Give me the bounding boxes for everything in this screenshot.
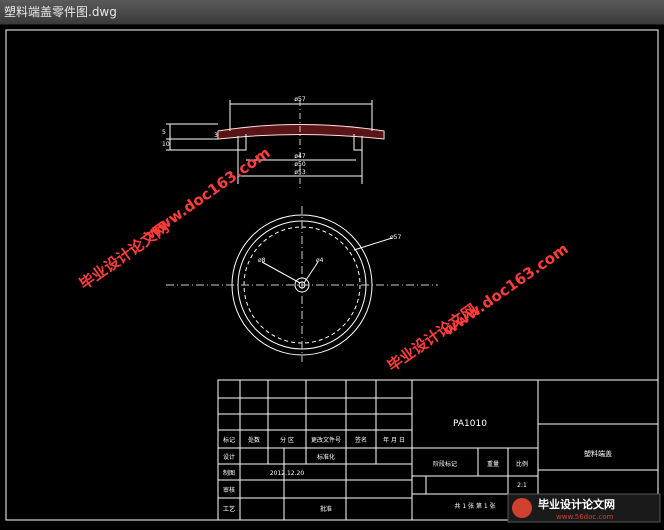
scale-value: 2:1 — [517, 482, 527, 489]
dim-h2: 3 — [214, 132, 218, 139]
scale-label: 比例 — [516, 460, 528, 468]
row-check: 审核 — [223, 486, 235, 494]
watermark-cn-2: 毕业设计论文网 — [384, 300, 480, 375]
material-label: PA1010 — [453, 419, 487, 429]
dim-top-width: ø57 — [294, 96, 305, 103]
row-approve: 批准 — [320, 505, 332, 513]
dim-h3: 10 — [162, 141, 170, 148]
header-zone: 分 区 — [280, 436, 294, 444]
header-mark: 标记 — [223, 436, 235, 444]
section-view — [166, 100, 385, 190]
date-value: 2012.12.20 — [270, 470, 305, 477]
header-signature: 签名 — [355, 436, 367, 444]
row-standardize: 标准化 — [317, 453, 335, 461]
dim-center-right: ø4 — [316, 257, 324, 264]
stage-mark: 阶段标记 — [433, 460, 457, 468]
site-logo: 毕业设计论文网 www.56doc.com — [507, 493, 661, 523]
row-draw: 制图 — [223, 469, 235, 477]
window-titlebar: 塑料端盖零件图.dwg — [0, 0, 664, 25]
plan-view — [166, 206, 438, 362]
logo-url: www.56doc.com — [556, 513, 614, 521]
row-process: 工艺 — [223, 505, 235, 513]
header-date: 年 月 日 — [383, 436, 405, 444]
row-design: 设计 — [223, 453, 235, 461]
logo-title: 毕业设计论文网 — [538, 497, 615, 511]
dim-h1: 5 — [162, 129, 166, 136]
dim-inner-a: ø47 — [294, 153, 305, 160]
weight-label: 重量 — [487, 460, 499, 468]
window-title: 塑料端盖零件图.dwg — [4, 5, 117, 19]
watermark-cn-1: 毕业设计论文网 — [76, 218, 172, 293]
dim-plan-outer: ø57 — [390, 234, 401, 241]
dim-inner-b: ø50 — [294, 161, 305, 168]
header-count: 处数 — [248, 436, 260, 444]
header-change-doc: 更改文件号 — [311, 436, 341, 444]
dim-center-left: ø8 — [258, 257, 266, 264]
part-name: 塑料端盖 — [584, 449, 612, 458]
logo-icon — [512, 498, 532, 518]
sheet-count: 共 1 张 第 1 张 — [454, 502, 495, 510]
dim-outer-bottom: ø53 — [294, 169, 305, 176]
drawing-canvas[interactable]: ø57 ø47 ø50 ø53 5 3 10 ø8 ø4 ø57 PA1010 … — [0, 24, 664, 526]
